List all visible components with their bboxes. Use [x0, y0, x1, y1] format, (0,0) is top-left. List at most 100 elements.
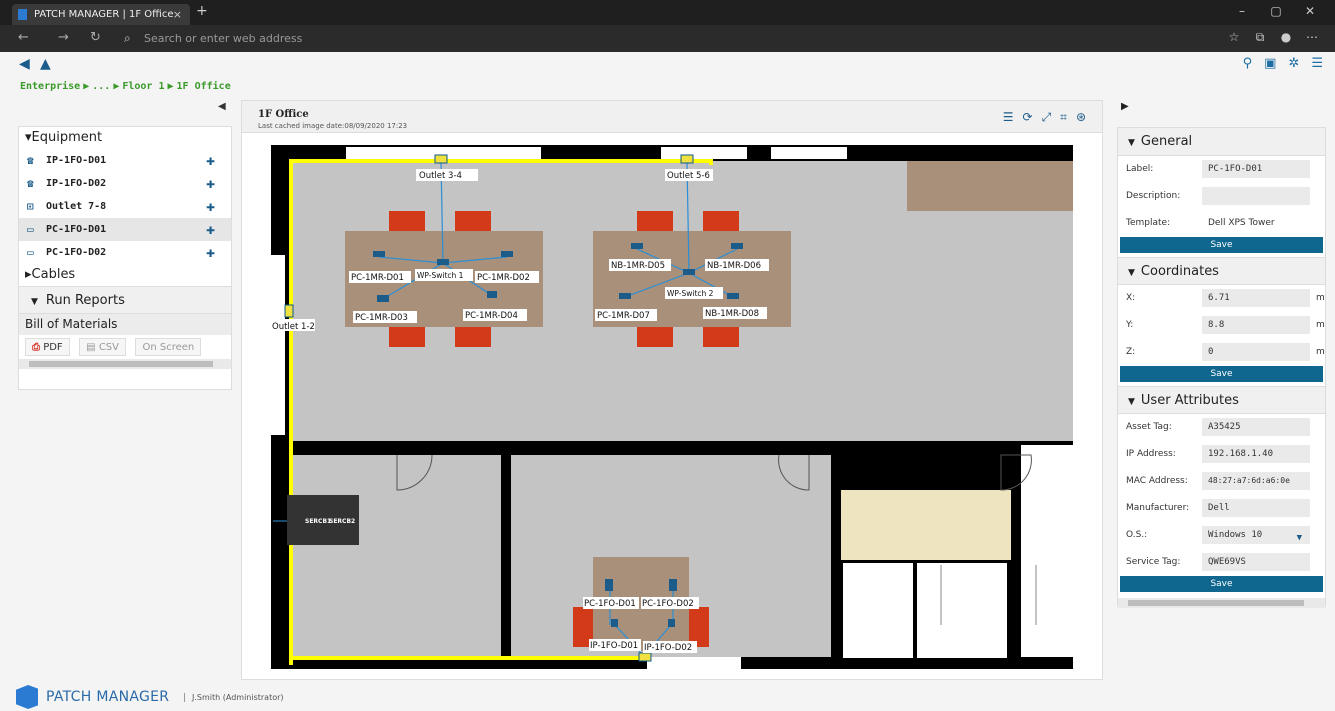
service-tag-field[interactable]: QWE69VS [1202, 553, 1310, 571]
add-icon[interactable]: ✚ [206, 241, 215, 264]
y-coordinate-field[interactable]: 8.8 [1202, 316, 1310, 334]
refresh-icon[interactable]: ↻ [90, 30, 101, 45]
laptop-icon [727, 293, 739, 299]
os-select[interactable]: Windows 10 ▼ [1202, 526, 1310, 544]
label-pc-1fo-d01: PC-1FO-D01 [584, 599, 636, 609]
save-general-button[interactable]: Save [1120, 237, 1323, 253]
asset-tag-field[interactable]: A35425 [1202, 418, 1310, 436]
label-pc-1mr-d07: PC-1MR-D07 [597, 311, 650, 321]
run-reports-header[interactable]: ▼ Run Reports [19, 286, 231, 314]
add-icon[interactable]: ✚ [206, 172, 215, 195]
scrollbar-thumb[interactable] [29, 361, 213, 367]
address-input[interactable]: ⌕ Search or enter web address [120, 29, 1190, 48]
zoom-extents-icon[interactable]: ⌗ [1060, 110, 1067, 124]
refresh-icon[interactable]: ⟳ [1023, 110, 1033, 124]
manufacturer-field[interactable]: Dell [1202, 499, 1310, 517]
ip-address-field[interactable]: 192.168.1.40 [1202, 445, 1310, 463]
more-icon[interactable]: ⋯ [1299, 30, 1325, 44]
equipment-item-ip-1fo-d01[interactable]: ☎ IP-1FO-D01 ✚ [19, 149, 231, 172]
expanded-caret-icon: ▼ [1128, 397, 1135, 407]
breadcrumb-enterprise[interactable]: Enterprise [20, 81, 80, 92]
back-arrow-icon[interactable]: ← [18, 30, 29, 45]
description-field[interactable] [1202, 187, 1310, 205]
outlet-3-4-icon[interactable] [434, 154, 448, 164]
chair [455, 327, 491, 347]
window-tool-icon[interactable]: ▣ [1264, 56, 1276, 71]
add-icon[interactable]: ✚ [206, 195, 215, 218]
label-field[interactable]: PC-1FO-D01 [1202, 160, 1310, 178]
equipment-header[interactable]: ▾Equipment [19, 127, 231, 149]
laptop-icon [631, 243, 643, 249]
x-coordinate-field[interactable]: 6.71 [1202, 289, 1310, 307]
fit-icon[interactable]: ⤢ [1042, 110, 1052, 124]
z-coordinate-field[interactable]: 0 [1202, 343, 1310, 361]
collections-icon[interactable]: ⧉ [1247, 30, 1273, 45]
computer-icon [619, 293, 631, 299]
save-attributes-button[interactable]: Save [1120, 576, 1323, 592]
laptop-icon [731, 243, 743, 249]
forward-arrow-icon[interactable]: → [58, 30, 69, 45]
left-horizontal-scrollbar[interactable] [19, 359, 231, 369]
outlet-5-6-icon[interactable] [680, 154, 694, 164]
cables-header[interactable]: ▸Cables [19, 264, 231, 286]
label-nb-1mr-d08: NB-1MR-D08 [705, 309, 759, 319]
equipment-item-ip-1fo-d02[interactable]: ☎ IP-1FO-D02 ✚ [19, 172, 231, 195]
add-icon[interactable]: ✚ [206, 149, 215, 172]
patch-manager-logo-icon [16, 685, 38, 709]
on-screen-button[interactable]: On Screen [135, 338, 202, 356]
minimize-button[interactable]: – [1225, 4, 1259, 18]
label-wp-switch-2: WP-Switch 2 [667, 289, 714, 298]
description-row: Description: [1118, 183, 1325, 210]
restore-button[interactable]: ▢ [1259, 4, 1293, 18]
current-user[interactable]: J.Smith (Administrator) [184, 693, 284, 702]
breadcrumb-floor[interactable]: Floor 1 [122, 81, 164, 92]
new-tab-button[interactable]: + [196, 3, 208, 19]
coordinates-header[interactable]: ▼ Coordinates [1118, 257, 1325, 285]
tab-close-icon[interactable]: × [173, 4, 182, 25]
search-tool-icon[interactable]: ⚲ [1243, 56, 1253, 71]
settings-tool-icon[interactable]: ✲ [1288, 56, 1299, 71]
app-back-icon[interactable]: ◀ [19, 56, 30, 72]
label-row: Label: PC-1FO-D01 [1118, 156, 1325, 183]
server-room[interactable] [291, 455, 501, 657]
profile-icon[interactable]: ● [1273, 30, 1299, 44]
csv-export-button[interactable]: ▤ CSV [79, 338, 126, 356]
stair-landing [841, 490, 1011, 560]
computer-icon [501, 251, 513, 257]
outlet-7-8-icon[interactable] [638, 652, 652, 662]
scrollbar-thumb[interactable] [1128, 600, 1304, 606]
browser-tab[interactable]: PATCH MANAGER | 1F Office × [12, 4, 190, 25]
manufacturer-row: Manufacturer: Dell [1118, 495, 1325, 522]
app-tools: ⚲ ▣ ✲ ☰ [1231, 56, 1323, 71]
breadcrumb-room[interactable]: 1F Office [177, 81, 231, 92]
collapse-left-panel-icon[interactable]: ◀ [218, 101, 230, 115]
footer: PATCH MANAGER J.Smith (Administrator) [0, 684, 1335, 711]
mac-address-field[interactable]: 48:27:a7:6d:a6:0e [1202, 472, 1310, 490]
computer-icon [377, 295, 389, 302]
right-horizontal-scrollbar[interactable] [1118, 598, 1325, 608]
add-icon[interactable]: ✚ [206, 218, 215, 241]
window-top-2 [661, 147, 747, 159]
list-icon[interactable]: ☰ [1003, 110, 1014, 124]
stairwell-left [843, 563, 913, 658]
user-attributes-header[interactable]: ▼ User Attributes [1118, 386, 1325, 414]
equipment-item-pc-1fo-d02[interactable]: ▭ PC-1FO-D02 ✚ [19, 241, 231, 264]
favorites-icon[interactable]: ☆ [1221, 30, 1247, 44]
outlet-1-2-icon[interactable] [284, 304, 294, 318]
equipment-item-pc-1fo-d01[interactable]: ▭ PC-1FO-D01 ✚ [19, 218, 231, 241]
collapse-right-panel-icon[interactable]: ▶ [1121, 101, 1133, 115]
center-icon[interactable]: ⊛ [1076, 110, 1086, 124]
general-header[interactable]: ▼ General [1118, 128, 1325, 156]
pdf-export-button[interactable]: ⎙ PDF [25, 338, 70, 356]
save-coordinates-button[interactable]: Save [1120, 366, 1323, 382]
outlet-1-2-label: Outlet 1-2 [272, 322, 315, 332]
chevron-down-icon[interactable]: ▼ [1297, 529, 1302, 547]
menu-icon[interactable]: ☰ [1311, 56, 1323, 71]
close-window-button[interactable]: ✕ [1293, 4, 1327, 18]
breadcrumb-ellipsis[interactable]: ... [92, 81, 110, 92]
bill-of-materials-header[interactable]: Bill of Materials [19, 314, 231, 335]
desk-cluster-right[interactable] [593, 211, 791, 347]
app-up-icon[interactable]: ▲ [40, 56, 51, 72]
floorplan-canvas[interactable]: SERCB1 SERCB2 Outlet 3-4 PC-1MR-D01 WP-S… [271, 145, 1073, 669]
equipment-item-outlet-7-8[interactable]: ⊡ Outlet 7-8 ✚ [19, 195, 231, 218]
